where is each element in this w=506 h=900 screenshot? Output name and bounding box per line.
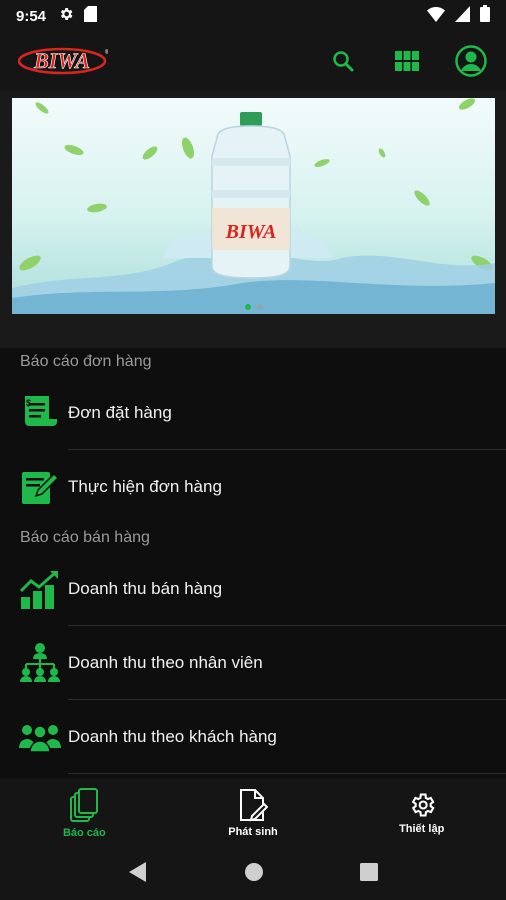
- org-chart-icon: [18, 641, 62, 685]
- customers-icon: [18, 715, 62, 759]
- carousel-dot[interactable]: [245, 304, 251, 310]
- recents-icon[interactable]: [360, 862, 378, 886]
- settings-icon: [411, 793, 435, 817]
- menu-item-purchase-orders[interactable]: $ Đơn đặt hàng: [0, 376, 506, 450]
- system-navigation-bar: [0, 848, 506, 900]
- menu-item-label: Doanh thu theo nhân viên: [68, 653, 263, 672]
- app-bar: BIWA ®: [0, 32, 506, 90]
- banner-section: BIWA: [0, 90, 506, 348]
- grid-icon: [395, 51, 419, 71]
- menu-item-revenue-by-customer[interactable]: Doanh thu theo khách hàng: [0, 700, 506, 774]
- wifi-icon: [427, 6, 445, 27]
- nav-tab-transactions[interactable]: Phát sinh: [169, 778, 338, 848]
- nav-tab-label: Thiết lập: [399, 823, 445, 835]
- edit-document-icon: [18, 465, 62, 509]
- growth-chart-icon: [18, 567, 62, 611]
- menu-item-sales-revenue[interactable]: Doanh thu bán hàng: [0, 552, 506, 626]
- app-logo[interactable]: BIWA ®: [18, 46, 108, 76]
- home-icon[interactable]: [244, 862, 264, 887]
- banner-carousel[interactable]: BIWA: [12, 98, 495, 314]
- status-bar: 9:54: [0, 0, 506, 32]
- menu-item-label: Đơn đặt hàng: [68, 403, 172, 422]
- status-time: 9:54: [16, 7, 47, 25]
- menu-item-revenue-by-employee[interactable]: Doanh thu theo nhân viên: [0, 626, 506, 700]
- logo-text: BIWA: [33, 48, 90, 73]
- bottom-navigation: Báo cáo Phát sinh Thiết lập: [0, 778, 506, 848]
- gear-icon: [58, 6, 74, 27]
- grid-button[interactable]: [390, 44, 424, 78]
- nav-tab-label: Báo cáo: [62, 827, 106, 839]
- divider: [68, 773, 506, 774]
- menu-item-label: Doanh thu bán hàng: [68, 579, 223, 598]
- nav-tab-reports[interactable]: Báo cáo: [0, 778, 169, 848]
- battery-icon: [480, 5, 490, 27]
- menu-item-label: Thực hiện đơn hàng: [68, 477, 222, 496]
- biwa-logo-icon: BIWA ®: [18, 48, 108, 75]
- account-icon: [455, 45, 487, 77]
- menu-item-order-fulfillment[interactable]: Thực hiện đơn hàng: [0, 450, 506, 524]
- nav-tab-label: Phát sinh: [228, 826, 278, 838]
- carousel-dot[interactable]: [257, 304, 263, 310]
- document-edit-icon: [240, 789, 268, 822]
- search-icon: [333, 51, 354, 72]
- section-header-sales-reports: Báo cáo bán hàng: [20, 529, 150, 546]
- signal-icon: [455, 5, 470, 27]
- menu-item-label: Doanh thu theo khách hàng: [68, 727, 277, 746]
- back-icon[interactable]: [128, 861, 148, 888]
- section-header-order-reports: Báo cáo đơn hàng: [20, 353, 152, 370]
- invoice-icon: $: [18, 391, 62, 435]
- water-bottle-banner-image: BIWA: [12, 98, 495, 314]
- account-button[interactable]: [454, 44, 488, 78]
- bottle-label-text: BIWA: [225, 221, 277, 243]
- nav-tab-settings[interactable]: Thiết lập: [337, 778, 506, 848]
- search-button[interactable]: [326, 44, 360, 78]
- report-menu: Báo cáo đơn hàng $ Đơn đặt hàng Thực hiệ…: [0, 348, 506, 778]
- sd-card-icon: [84, 5, 98, 27]
- reports-icon: [70, 788, 99, 822]
- svg-text:®: ®: [105, 49, 108, 56]
- svg-text:$: $: [26, 398, 31, 408]
